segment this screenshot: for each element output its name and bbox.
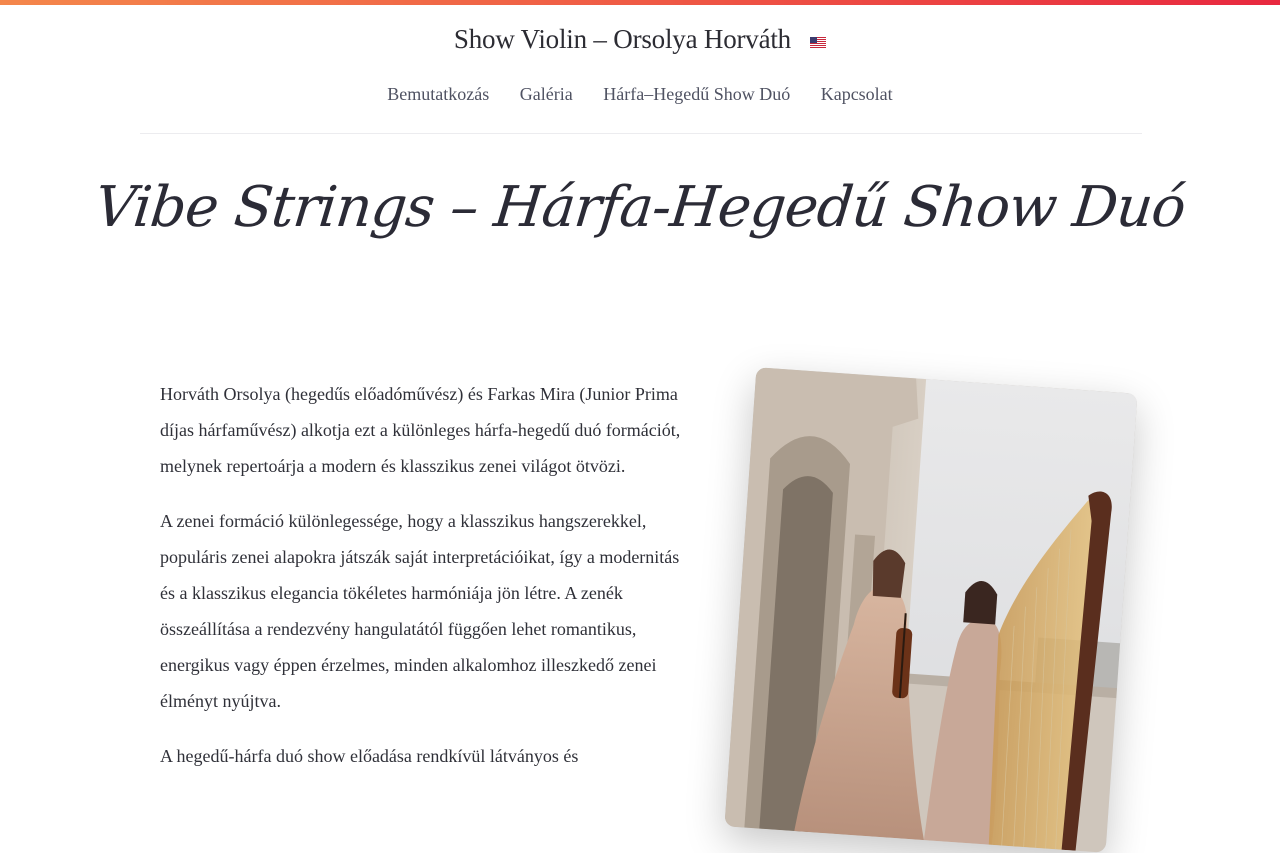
intro-paragraph-3: A hegedű-hárfa duó show előadása rendkív… [160,746,579,766]
intro-text: Horváth Orsolya (hegedűs előadóművész) é… [160,376,690,793]
accent-top-bar [0,0,1280,5]
nav-item-kapcsolat[interactable]: Kapcsolat [821,84,893,105]
site-title-row: Show Violin – Orsolya Horváth [0,24,1280,60]
header-divider [140,133,1142,134]
page-title: Vibe Strings – Hárfa-Hegedű Show Duó [91,175,1189,240]
nav-item-bemutatkozas[interactable]: Bemutatkozás [387,84,489,105]
nav-item-galeria[interactable]: Galéria [520,84,573,105]
intro-paragraph-1: Horváth Orsolya (hegedűs előadóművész) é… [160,384,681,476]
duo-photo [724,367,1138,853]
intro-paragraph-2: A zenei formáció különlegessége, hogy a … [160,511,680,711]
main-navigation: Bemutatkozás Galéria Hárfa–Hegedű Show D… [0,84,1280,105]
us-flag-icon[interactable] [810,33,827,48]
nav-item-harfa-hegedu-show-duo[interactable]: Hárfa–Hegedű Show Duó [603,84,790,105]
site-title-link[interactable]: Show Violin – Orsolya Horváth [454,24,791,54]
